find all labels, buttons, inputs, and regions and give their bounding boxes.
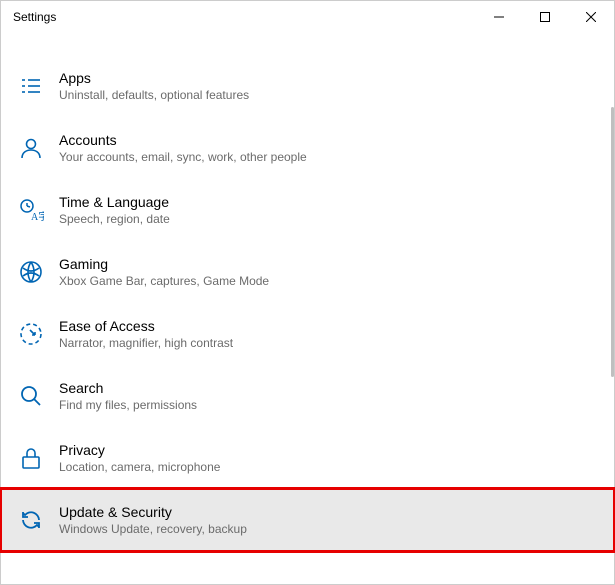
gaming-icon [17, 258, 45, 286]
apps-icon [17, 72, 45, 100]
category-time-language[interactable]: A字 Time & Language Speech, region, date [1, 179, 614, 241]
category-desc: Location, camera, microphone [59, 460, 220, 476]
category-desc: Speech, region, date [59, 212, 170, 228]
category-desc: Uninstall, defaults, optional features [59, 88, 249, 104]
category-privacy[interactable]: Privacy Location, camera, microphone [1, 427, 614, 489]
update-security-icon [17, 506, 45, 534]
category-title: Privacy [59, 441, 220, 459]
category-gaming[interactable]: Gaming Xbox Game Bar, captures, Game Mod… [1, 241, 614, 303]
svg-text:A字: A字 [31, 210, 44, 223]
category-desc: Windows Update, recovery, backup [59, 522, 247, 538]
category-desc: Find my files, permissions [59, 398, 197, 414]
close-button[interactable] [568, 1, 614, 33]
window-controls [476, 1, 614, 33]
category-title: Search [59, 379, 197, 397]
category-title: Gaming [59, 255, 269, 273]
category-update-security[interactable]: Update & Security Windows Update, recove… [1, 489, 614, 551]
scrollbar-thumb[interactable] [611, 107, 614, 377]
category-title: Update & Security [59, 503, 247, 521]
settings-categories: Apps Uninstall, defaults, optional featu… [1, 33, 614, 551]
category-desc: Xbox Game Bar, captures, Game Mode [59, 274, 269, 290]
category-title: Accounts [59, 131, 307, 149]
category-desc: Your accounts, email, sync, work, other … [59, 150, 307, 166]
search-icon [17, 382, 45, 410]
category-title: Apps [59, 69, 249, 87]
scrollbar[interactable] [610, 33, 614, 584]
time-language-icon: A字 [17, 196, 45, 224]
minimize-button[interactable] [476, 1, 522, 33]
category-accounts[interactable]: Accounts Your accounts, email, sync, wor… [1, 117, 614, 179]
maximize-button[interactable] [522, 1, 568, 33]
category-search[interactable]: Search Find my files, permissions [1, 365, 614, 427]
category-desc: Narrator, magnifier, high contrast [59, 336, 233, 352]
accounts-icon [17, 134, 45, 162]
category-ease-of-access[interactable]: Ease of Access Narrator, magnifier, high… [1, 303, 614, 365]
ease-of-access-icon [17, 320, 45, 348]
privacy-icon [17, 444, 45, 472]
category-title: Time & Language [59, 193, 170, 211]
titlebar: Settings [1, 1, 614, 33]
category-apps[interactable]: Apps Uninstall, defaults, optional featu… [1, 55, 614, 117]
window-title: Settings [13, 10, 476, 24]
category-title: Ease of Access [59, 317, 233, 335]
